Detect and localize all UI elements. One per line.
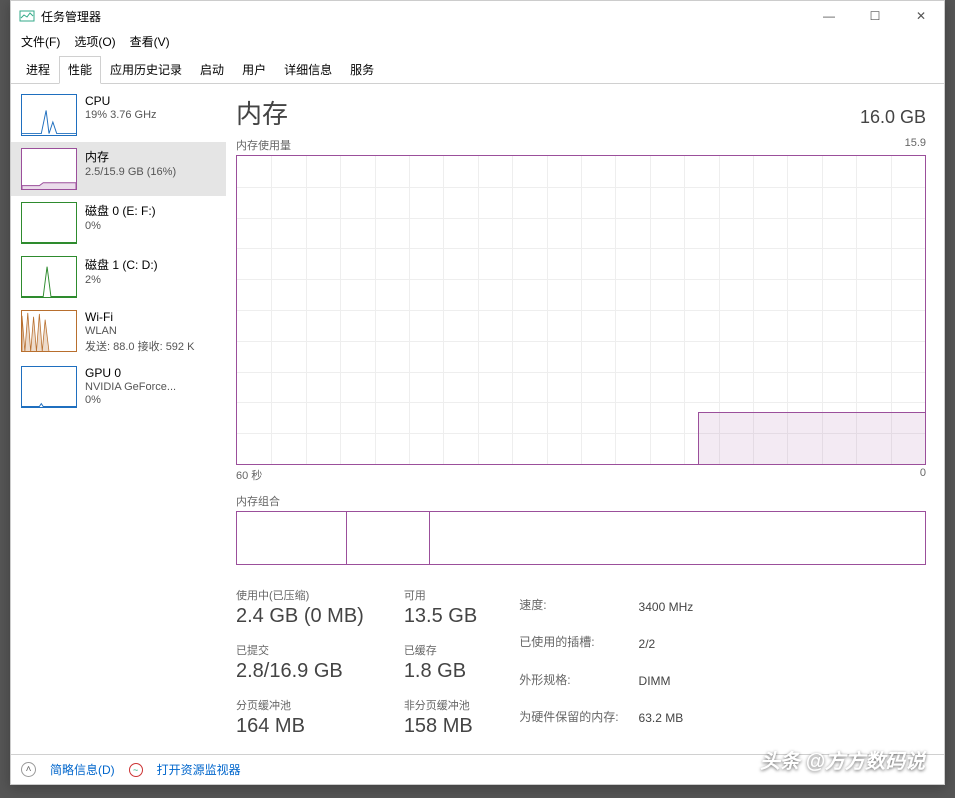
page-title: 内存 [236, 94, 288, 131]
footer: ˄ 简略信息(D) ~ 打开资源监视器 [11, 754, 944, 784]
stat-available: 可用 13.5 GB [404, 587, 477, 628]
sidebar-item-memory[interactable]: 内存 2.5/15.9 GB (16%) [11, 142, 226, 196]
gpu0-thumb [21, 366, 77, 408]
stat-nonpaged-pool: 非分页缓冲池 158 MB [404, 697, 477, 738]
disk1-thumb [21, 256, 77, 298]
window-controls: — ☐ ✕ [806, 1, 944, 31]
sidebar-item-sub: WLAN [85, 325, 194, 337]
sidebar-item-disk0[interactable]: 磁盘 0 (E: F:) 0% [11, 196, 226, 250]
minimize-button[interactable]: — [806, 1, 852, 31]
comp-seg-free [430, 512, 925, 564]
menu-file[interactable]: 文件(F) [21, 33, 60, 50]
sidebar-item-label: 内存 [85, 148, 176, 165]
sidebar: CPU 19% 3.76 GHz 内存 2.5/15.9 GB (16%) [11, 84, 226, 754]
sidebar-item-label: CPU [85, 94, 157, 108]
menubar: 文件(F) 选项(O) 查看(V) [11, 31, 944, 56]
total-capacity: 16.0 GB [860, 107, 926, 128]
memory-usage-chart[interactable] [236, 155, 926, 465]
stats: 使用中(已压缩) 2.4 GB (0 MB) 已提交 2.8/16.9 GB 分… [236, 587, 926, 738]
sidebar-item-label: Wi-Fi [85, 310, 194, 324]
task-manager-window: 任务管理器 — ☐ ✕ 文件(F) 选项(O) 查看(V) 进程 性能 应用历史… [10, 0, 945, 785]
x-axis-start: 60 秒 [236, 467, 262, 483]
sidebar-item-gpu0[interactable]: GPU 0 NVIDIA GeForce... 0% [11, 360, 226, 414]
stat-cached: 已缓存 1.8 GB [404, 642, 477, 683]
sidebar-item-label: 磁盘 0 (E: F:) [85, 202, 156, 219]
titlebar[interactable]: 任务管理器 — ☐ ✕ [11, 1, 944, 31]
comp-seg-standby [347, 512, 430, 564]
sidebar-item-label: GPU 0 [85, 366, 176, 380]
body: CPU 19% 3.76 GHz 内存 2.5/15.9 GB (16%) [11, 84, 944, 754]
chevron-up-icon[interactable]: ˄ [21, 762, 36, 777]
usage-max: 15.9 [905, 137, 926, 153]
tab-performance[interactable]: 性能 [59, 56, 101, 84]
maximize-button[interactable]: ☐ [852, 1, 898, 31]
usage-label: 内存使用量 [236, 137, 291, 153]
sidebar-item-sub: 19% 3.76 GHz [85, 109, 157, 121]
sidebar-item-sub2: 发送: 88.0 接收: 592 K [85, 338, 194, 354]
x-axis-end: 0 [920, 467, 926, 483]
memory-composition-bar[interactable] [236, 511, 926, 565]
sidebar-item-sub: 2% [85, 274, 158, 286]
sidebar-item-disk1[interactable]: 磁盘 1 (C: D:) 2% [11, 250, 226, 304]
composition-label: 内存组合 [236, 493, 926, 509]
tabs: 进程 性能 应用历史记录 启动 用户 详细信息 服务 [11, 56, 944, 84]
sidebar-item-label: 磁盘 1 (C: D:) [85, 256, 158, 273]
close-button[interactable]: ✕ [898, 1, 944, 31]
stat-committed: 已提交 2.8/16.9 GB [236, 642, 364, 683]
tab-services[interactable]: 服务 [341, 56, 383, 83]
menu-options[interactable]: 选项(O) [74, 33, 115, 50]
wifi-thumb [21, 310, 77, 352]
tab-users[interactable]: 用户 [233, 56, 275, 83]
comp-seg-inuse [237, 512, 347, 564]
sidebar-item-sub: 2.5/15.9 GB (16%) [85, 166, 176, 178]
sidebar-item-sub: NVIDIA GeForce... [85, 381, 176, 393]
open-resmon-link[interactable]: 打开资源监视器 [157, 761, 241, 778]
sidebar-item-wifi[interactable]: Wi-Fi WLAN 发送: 88.0 接收: 592 K [11, 304, 226, 360]
brief-info-link[interactable]: 简略信息(D) [50, 761, 115, 778]
resmon-icon: ~ [129, 763, 143, 777]
tab-startup[interactable]: 启动 [191, 56, 233, 83]
sidebar-item-sub: 0% [85, 220, 156, 232]
window-title: 任务管理器 [41, 8, 806, 25]
tab-processes[interactable]: 进程 [17, 56, 59, 83]
stat-paged-pool: 分页缓冲池 164 MB [236, 697, 364, 738]
sidebar-item-sub2: 0% [85, 394, 176, 406]
memory-thumb [21, 148, 77, 190]
tab-details[interactable]: 详细信息 [275, 56, 341, 83]
cpu-thumb [21, 94, 77, 136]
memory-fill-area [698, 412, 925, 464]
app-icon [19, 8, 35, 24]
disk0-thumb [21, 202, 77, 244]
spec-table: 速度:3400 MHz 已使用的插槽:2/2 外形规格:DIMM 为硬件保留的内… [517, 587, 695, 738]
sidebar-item-cpu[interactable]: CPU 19% 3.76 GHz [11, 88, 226, 142]
main-panel: 内存 16.0 GB 内存使用量 15.9 60 秒 0 内存组合 [226, 84, 944, 754]
stat-inuse: 使用中(已压缩) 2.4 GB (0 MB) [236, 587, 364, 628]
tab-app-history[interactable]: 应用历史记录 [101, 56, 191, 83]
menu-view[interactable]: 查看(V) [130, 33, 170, 50]
